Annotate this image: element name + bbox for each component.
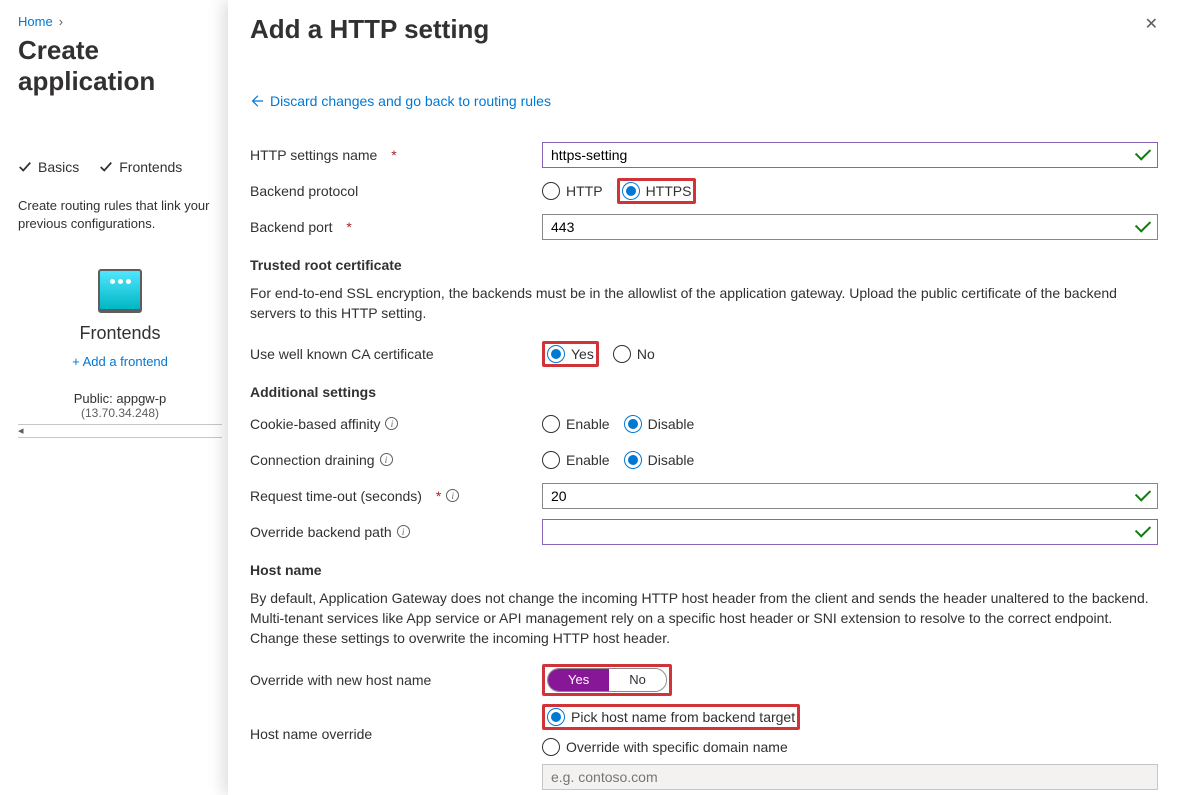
check-icon bbox=[18, 160, 32, 174]
radio-icon bbox=[547, 708, 565, 726]
discard-link[interactable]: Discard changes and go back to routing r… bbox=[250, 93, 551, 109]
pick-backend-label: Pick host name from backend target bbox=[571, 709, 795, 725]
add-frontend-link[interactable]: + Add a frontend bbox=[72, 354, 168, 369]
use-ca-no-radio[interactable]: No bbox=[613, 345, 655, 363]
page-description: Create routing rules that link your prev… bbox=[18, 197, 222, 233]
override-specific-radio[interactable]: Override with specific domain name bbox=[542, 738, 1158, 756]
tab-frontends-label: Frontends bbox=[119, 159, 182, 175]
backend-port-label: Backend port * bbox=[250, 219, 542, 235]
chevron-right-icon: › bbox=[59, 14, 63, 29]
cookie-affinity-label: Cookie-based affinity i bbox=[250, 416, 542, 432]
timeout-label: Request time-out (seconds) * i bbox=[250, 488, 542, 504]
radio-icon bbox=[542, 415, 560, 433]
use-ca-yes-radio[interactable]: Yes bbox=[547, 345, 594, 363]
radio-icon bbox=[624, 415, 642, 433]
domain-name-input bbox=[542, 764, 1158, 790]
protocol-https-radio[interactable]: HTTPS bbox=[622, 182, 692, 200]
page-title: Create application bbox=[18, 35, 222, 97]
override-host-no: No bbox=[609, 669, 666, 691]
info-icon[interactable]: i bbox=[397, 525, 410, 538]
highlight-box: Yes No bbox=[542, 664, 672, 696]
override-path-label: Override backend path i bbox=[250, 524, 542, 540]
frontends-icon bbox=[98, 269, 142, 313]
radio-icon bbox=[624, 451, 642, 469]
tab-basics[interactable]: Basics bbox=[18, 159, 79, 175]
cookie-enable-radio[interactable]: Enable bbox=[542, 415, 610, 433]
info-icon[interactable]: i bbox=[446, 489, 459, 502]
protocol-https-label: HTTPS bbox=[646, 183, 692, 199]
info-icon[interactable]: i bbox=[380, 453, 393, 466]
radio-icon bbox=[542, 738, 560, 756]
pick-backend-radio[interactable]: Pick host name from backend target bbox=[547, 708, 795, 726]
cookie-disable-radio[interactable]: Disable bbox=[624, 415, 695, 433]
trusted-root-desc: For end-to-end SSL encryption, the backe… bbox=[250, 283, 1158, 324]
close-icon[interactable]: ✕ bbox=[1145, 14, 1158, 34]
background-panel: Home › Create application Basics Fronten… bbox=[0, 0, 240, 452]
use-ca-yes-label: Yes bbox=[571, 346, 594, 362]
arrow-left-icon bbox=[250, 94, 264, 108]
scroll-left-icon: ◂ bbox=[18, 424, 24, 437]
http-name-input[interactable] bbox=[542, 142, 1158, 168]
host-name-desc: By default, Application Gateway does not… bbox=[250, 588, 1158, 649]
blade-title: Add a HTTP setting bbox=[250, 14, 489, 45]
blade-panel: Add a HTTP setting ✕ Discard changes and… bbox=[228, 0, 1180, 795]
frontend-public-label: Public: appgw-p bbox=[18, 391, 222, 406]
override-host-yes[interactable]: Yes bbox=[548, 669, 609, 691]
host-name-heading: Host name bbox=[250, 562, 1158, 578]
radio-icon bbox=[542, 451, 560, 469]
tab-basics-label: Basics bbox=[38, 159, 79, 175]
additional-heading: Additional settings bbox=[250, 384, 1158, 400]
override-specific-label: Override with specific domain name bbox=[566, 739, 788, 755]
card-scrollbar[interactable]: ◂ bbox=[18, 424, 222, 438]
highlight-box: HTTPS bbox=[617, 178, 697, 204]
breadcrumb-home[interactable]: Home bbox=[18, 14, 53, 29]
frontend-public-ip: (13.70.34.248) bbox=[18, 406, 222, 420]
drain-enable-radio[interactable]: Enable bbox=[542, 451, 610, 469]
backend-port-input[interactable] bbox=[542, 214, 1158, 240]
override-host-toggle: Yes No bbox=[547, 668, 667, 692]
connection-draining-label: Connection draining i bbox=[250, 452, 542, 468]
discard-link-label: Discard changes and go back to routing r… bbox=[270, 93, 551, 109]
radio-icon bbox=[613, 345, 631, 363]
breadcrumb: Home › bbox=[18, 14, 222, 29]
host-override-label: Host name override bbox=[250, 704, 542, 742]
use-ca-label: Use well known CA certificate bbox=[250, 346, 542, 362]
check-icon bbox=[99, 160, 113, 174]
protocol-http-radio[interactable]: HTTP bbox=[542, 182, 603, 200]
override-new-host-label: Override with new host name bbox=[250, 672, 542, 688]
http-name-label: HTTP settings name * bbox=[250, 147, 542, 163]
info-icon[interactable]: i bbox=[385, 417, 398, 430]
drain-disable-radio[interactable]: Disable bbox=[624, 451, 695, 469]
backend-protocol-label: Backend protocol bbox=[250, 183, 542, 199]
use-ca-no-label: No bbox=[637, 346, 655, 362]
frontends-card-title: Frontends bbox=[18, 323, 222, 344]
trusted-root-heading: Trusted root certificate bbox=[250, 257, 1158, 273]
radio-icon bbox=[547, 345, 565, 363]
protocol-http-label: HTTP bbox=[566, 183, 603, 199]
frontends-card: Frontends + Add a frontend Public: appgw… bbox=[18, 269, 222, 438]
tab-frontends[interactable]: Frontends bbox=[99, 159, 182, 175]
highlight-box: Yes bbox=[542, 341, 599, 367]
override-path-input[interactable] bbox=[542, 519, 1158, 545]
radio-icon bbox=[542, 182, 560, 200]
highlight-box: Pick host name from backend target bbox=[542, 704, 800, 730]
timeout-input[interactable] bbox=[542, 483, 1158, 509]
radio-icon bbox=[622, 182, 640, 200]
